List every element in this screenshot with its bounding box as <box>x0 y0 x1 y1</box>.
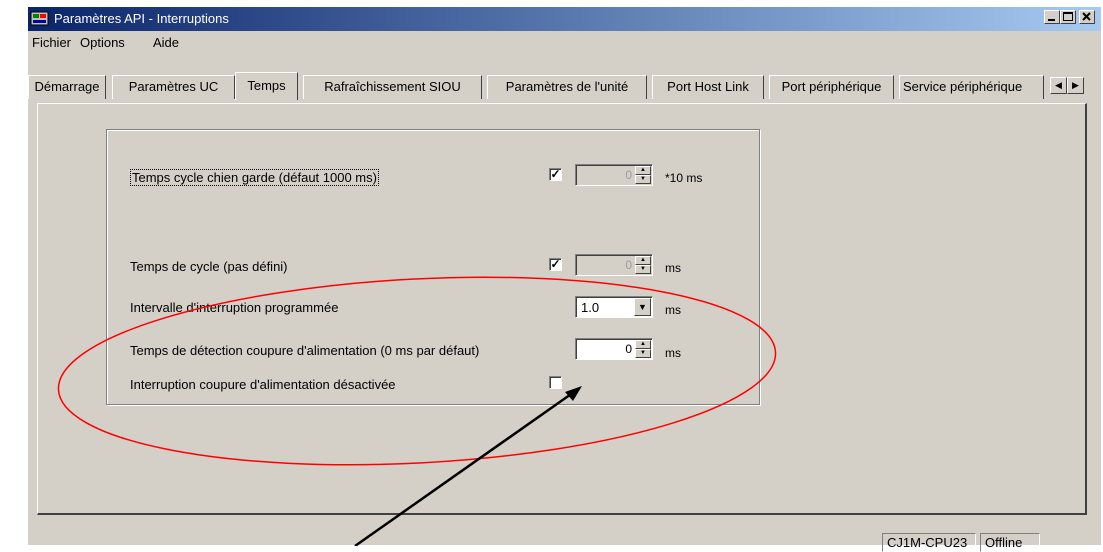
watchdog-unit: *10 ms <box>665 171 703 185</box>
scheduled-interrupt-value: 1.0 <box>581 300 600 315</box>
spin-up-icon[interactable]: ▲ <box>635 340 651 349</box>
cycle-time-value: 0 <box>625 258 632 272</box>
cycle-time-spinner[interactable]: 0 ▲ ▼ <box>575 254 653 276</box>
chevron-down-icon[interactable]: ▼ <box>634 298 651 316</box>
power-interrupt-disabled-checkbox[interactable] <box>549 376 562 389</box>
maximize-icon <box>1063 12 1073 21</box>
cycle-time-label: Temps de cycle (pas défini) <box>130 259 288 274</box>
scheduled-interrupt-label: Intervalle d'interruption programmée <box>130 300 339 315</box>
checkmark-icon: ✓ <box>550 167 561 181</box>
tab-parametres-uc[interactable]: Paramètres UC <box>112 75 235 99</box>
tab-rafraichissement-siou[interactable]: Rafraîchissement SIOU <box>303 75 482 99</box>
status-mode: Offline <box>980 533 1040 552</box>
status-bar: CJ1M-CPU23 Offline <box>28 525 1101 552</box>
scheduled-interrupt-unit: ms <box>665 303 681 317</box>
tab-temps[interactable]: Temps <box>235 72 298 100</box>
tab-port-host-link[interactable]: Port Host Link <box>652 75 764 99</box>
close-button[interactable] <box>1079 10 1095 24</box>
cycle-time-unit: ms <box>665 261 681 275</box>
tab-parametres-unite[interactable]: Paramètres de l'unité <box>487 75 647 99</box>
watchdog-spinner[interactable]: 0 ▲ ▼ <box>575 164 653 186</box>
power-interrupt-disabled-label: Interruption coupure d'alimentation désa… <box>130 377 396 392</box>
spin-down-icon[interactable]: ▼ <box>635 265 651 274</box>
watchdog-value: 0 <box>625 168 632 182</box>
menu-bar: Fichier Options Aide <box>28 31 1101 53</box>
menu-aide[interactable]: Aide <box>153 35 179 50</box>
maximize-button[interactable] <box>1060 10 1076 24</box>
plc-icon <box>30 10 50 28</box>
scheduled-interrupt-select[interactable]: 1.0 ▼ <box>575 296 653 318</box>
tab-scroll-right-button[interactable]: ▶ <box>1067 77 1084 94</box>
arrow-left-icon: ◀ <box>1055 80 1062 90</box>
arrow-right-icon: ▶ <box>1072 80 1079 90</box>
tab-scroll-left-button[interactable]: ◀ <box>1050 77 1067 94</box>
spin-down-icon[interactable]: ▼ <box>635 175 651 184</box>
minimize-button[interactable] <box>1044 10 1060 24</box>
power-detection-label: Temps de détection coupure d'alimentatio… <box>130 343 480 358</box>
power-detection-spinner[interactable]: 0 ▲ ▼ <box>575 338 653 360</box>
minimize-icon <box>1048 19 1055 21</box>
spin-up-icon[interactable]: ▲ <box>635 166 651 175</box>
title-bar: Paramètres API - Interruptions <box>28 7 1101 31</box>
spin-down-icon[interactable]: ▼ <box>635 349 651 358</box>
power-detection-unit: ms <box>665 346 681 360</box>
cycle-time-checkbox[interactable]: ✓ <box>549 258 562 271</box>
watchdog-label: Temps cycle chien garde (défaut 1000 ms) <box>130 169 379 186</box>
close-icon <box>1082 12 1091 21</box>
spin-up-icon[interactable]: ▲ <box>635 256 651 265</box>
power-detection-value: 0 <box>625 342 632 356</box>
tab-strip: Démarrage Paramètres UC Temps Rafraîchis… <box>28 72 1101 105</box>
status-model: CJ1M-CPU23 <box>882 533 976 552</box>
window-title: Paramètres API - Interruptions <box>54 11 229 26</box>
tab-port-peripherique[interactable]: Port périphérique <box>769 75 894 99</box>
tab-service-peripherique[interactable]: Service périphérique <box>899 75 1044 99</box>
watchdog-checkbox[interactable]: ✓ <box>549 168 562 181</box>
tab-demarrage[interactable]: Démarrage <box>28 75 106 99</box>
menu-options[interactable]: Options <box>80 35 125 50</box>
menu-fichier[interactable]: Fichier <box>32 35 71 50</box>
checkmark-icon: ✓ <box>550 257 561 271</box>
